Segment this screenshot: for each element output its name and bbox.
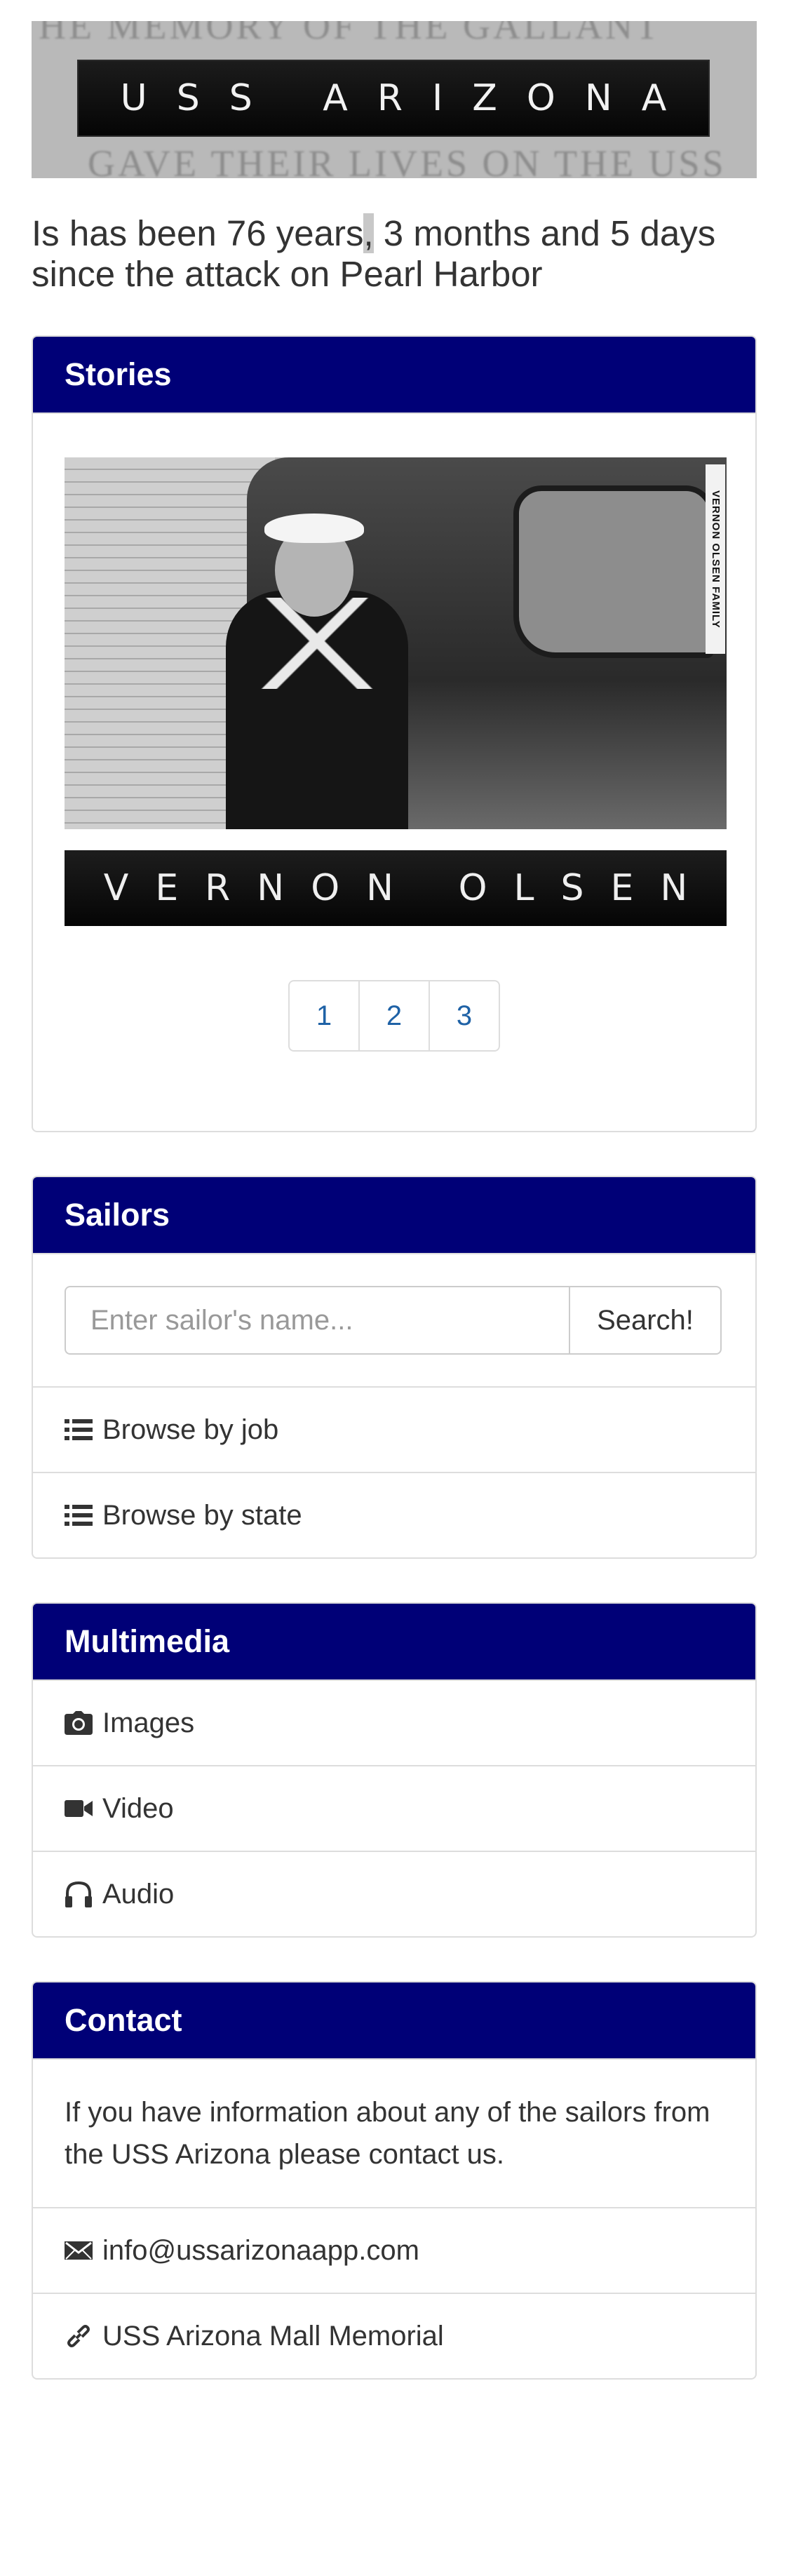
browse-by-job-link[interactable]: Browse by job [33,1388,755,1473]
headphones-icon [65,1881,97,1907]
browse-by-state-link[interactable]: Browse by state [33,1473,755,1557]
images-link[interactable]: Images [33,1681,755,1766]
story-name-plate[interactable]: VERNON OLSEN [65,850,727,926]
header-banner: HE MEMORY OF THE GALLANT GAVE THEIR LIVE… [32,21,757,178]
list-icon [65,1418,97,1442]
story-photo[interactable]: VERNON OLSEN FAMILY [65,457,727,829]
banner-background-text-bottom: GAVE THEIR LIVES ON THE USS [88,142,727,178]
multimedia-heading: Multimedia [33,1604,755,1681]
pagination-page-1[interactable]: 1 [288,980,360,1052]
contact-description: If you have information about any of the… [33,2060,755,2208]
video-link[interactable]: Video [33,1766,755,1852]
page-container: HE MEMORY OF THE GALLANT GAVE THEIR LIVE… [32,21,757,2423]
envelope-icon [65,2240,97,2261]
photo-car-window [513,485,714,658]
banner-name-plate: USS ARIZONA [77,60,710,137]
banner-title: USS ARIZONA [120,77,696,119]
memorial-label: USS Arizona Mall Memorial [102,2320,444,2352]
sailors-panel: Sailors Search! Browse by job Browse by … [32,1176,757,1559]
banner-background-text-top: HE MEMORY OF THE GALLANT [39,21,661,47]
sailor-search-form: Search! [33,1254,755,1388]
stories-heading: Stories [33,337,755,414]
countdown-text-start: Is has been 76 years [32,213,364,253]
video-label: Video [102,1792,174,1824]
photo-credit: VERNON OLSEN FAMILY [706,464,725,654]
browse-by-state-label: Browse by state [102,1499,302,1531]
pagination-page-3[interactable]: 3 [429,980,500,1052]
story-sailor-name: VERNON OLSEN [103,867,715,909]
list-icon [65,1503,97,1527]
sailor-search-input[interactable] [65,1286,570,1355]
memorial-link[interactable]: USS Arizona Mall Memorial [33,2294,755,2378]
images-label: Images [102,1707,195,1738]
multimedia-panel: Multimedia Images Video Audio [32,1602,757,1938]
audio-label: Audio [102,1878,175,1910]
photo-sailor-hat [264,514,364,543]
link-icon [65,2322,97,2350]
camera-icon [65,1711,97,1735]
video-camera-icon [65,1798,97,1819]
search-button[interactable]: Search! [570,1286,722,1355]
stories-pagination: 1 2 3 [65,980,724,1052]
sailors-heading: Sailors [33,1177,755,1254]
browse-by-job-label: Browse by job [102,1414,279,1445]
stories-panel: Stories VERNON OLSEN FAMILY VERNON OLSEN… [32,335,757,1132]
search-group: Search! [65,1286,722,1355]
countdown-selected-char: , [363,213,374,253]
contact-email-label: info@ussarizonaapp.com [102,2234,419,2266]
anniversary-countdown: Is has been 76 years, 3 months and 5 day… [32,213,757,295]
contact-heading: Contact [33,1983,755,2060]
audio-link[interactable]: Audio [33,1852,755,1936]
pagination-page-2[interactable]: 2 [358,980,430,1052]
stories-body: VERNON OLSEN FAMILY VERNON OLSEN 1 2 3 [33,414,755,1131]
contact-email-link[interactable]: info@ussarizonaapp.com [33,2208,755,2294]
contact-panel: Contact If you have information about an… [32,1981,757,2380]
